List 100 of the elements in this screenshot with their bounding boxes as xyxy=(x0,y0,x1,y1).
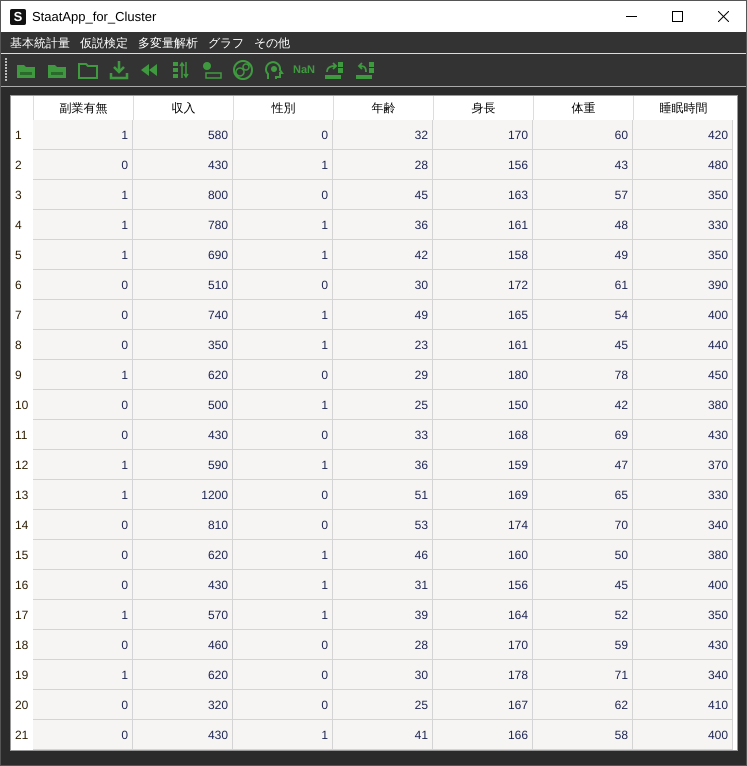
table-cell: 390 xyxy=(633,270,733,300)
table-cell: 0 xyxy=(33,630,133,660)
table-cell: 0 xyxy=(233,660,333,690)
table-cell: 58 xyxy=(533,720,633,750)
table-cell: 1 xyxy=(233,300,333,330)
table-cell: 163 xyxy=(433,180,533,210)
row-header[interactable]: 13 xyxy=(11,480,33,510)
table-cell: 340 xyxy=(633,660,733,690)
table-cell: 1 xyxy=(33,360,133,390)
row-header[interactable]: 11 xyxy=(11,420,33,450)
row-header[interactable]: 5 xyxy=(11,240,33,270)
table-cell: 620 xyxy=(133,540,233,570)
table-cell: 54 xyxy=(533,300,633,330)
table-cell: 1 xyxy=(233,570,333,600)
row-header[interactable]: 18 xyxy=(11,630,33,660)
table-cell: 60 xyxy=(533,120,633,150)
toolbar-button[interactable] xyxy=(230,57,256,83)
table-cell: 0 xyxy=(233,120,333,150)
table-cell: 440 xyxy=(633,330,733,360)
table-cell: 52 xyxy=(533,600,633,630)
head-icon xyxy=(263,59,285,81)
row-header[interactable]: 14 xyxy=(11,510,33,540)
table-cell: 460 xyxy=(133,630,233,660)
table-cell: 330 xyxy=(633,210,733,240)
table-cell: 430 xyxy=(633,630,733,660)
table-cell: 330 xyxy=(633,480,733,510)
table-cell: 165 xyxy=(433,300,533,330)
table-cell: 480 xyxy=(633,150,733,180)
table-cell: 160 xyxy=(433,540,533,570)
table-cell: 0 xyxy=(33,330,133,360)
window-title: StaatApp_for_Cluster xyxy=(32,8,156,26)
table-cell: 46 xyxy=(333,540,433,570)
delete-column-icon xyxy=(201,59,223,81)
table-cell: 430 xyxy=(133,720,233,750)
table-cell: 320 xyxy=(133,690,233,720)
table-cell: 410 xyxy=(633,690,733,720)
menu-item[interactable]: 仮説検定 xyxy=(75,34,133,52)
table-cell: 150 xyxy=(433,390,533,420)
row-header[interactable]: 4 xyxy=(11,210,33,240)
row-header[interactable]: 12 xyxy=(11,450,33,480)
row-header[interactable]: 17 xyxy=(11,600,33,630)
table-cell: 1 xyxy=(33,600,133,630)
menu-item[interactable]: 多変量解析 xyxy=(133,34,203,52)
row-header[interactable]: 2 xyxy=(11,150,33,180)
row-header[interactable]: 20 xyxy=(11,690,33,720)
row-header[interactable]: 10 xyxy=(11,390,33,420)
table-cell: 39 xyxy=(333,600,433,630)
table-cell: 169 xyxy=(433,480,533,510)
table-cell: 45 xyxy=(533,570,633,600)
row-header[interactable]: 1 xyxy=(11,120,33,150)
table-cell: 740 xyxy=(133,300,233,330)
table-cell: 370 xyxy=(633,450,733,480)
table-cell: 350 xyxy=(633,600,733,630)
table-cell: 45 xyxy=(533,330,633,360)
table-cell: 36 xyxy=(333,210,433,240)
row-header[interactable]: 6 xyxy=(11,270,33,300)
table-cell: 53 xyxy=(333,510,433,540)
table-cell: 350 xyxy=(633,240,733,270)
minimize-icon xyxy=(626,16,636,18)
table-cell: 1 xyxy=(33,180,133,210)
table-cell: 350 xyxy=(633,180,733,210)
table-cell: 70 xyxy=(533,510,633,540)
table-cell: 28 xyxy=(333,630,433,660)
table-cell: 0 xyxy=(33,390,133,420)
table-cell: 510 xyxy=(133,270,233,300)
table-cell: 167 xyxy=(433,690,533,720)
table-cell: 810 xyxy=(133,510,233,540)
table-cell: 1 xyxy=(233,450,333,480)
table-cell: 0 xyxy=(33,510,133,540)
table-cell: 580 xyxy=(133,120,233,150)
move-column-icon xyxy=(323,59,346,81)
menu-item[interactable]: 基本統計量 xyxy=(5,34,75,52)
app-icon: S xyxy=(10,8,26,24)
table-cell: 430 xyxy=(133,150,233,180)
toolbar-grip-icon xyxy=(5,58,8,82)
table-cell: 1 xyxy=(233,720,333,750)
row-header[interactable]: 21 xyxy=(11,720,33,750)
table-cell: 161 xyxy=(433,210,533,240)
table-cell: 340 xyxy=(633,510,733,540)
row-header[interactable]: 7 xyxy=(11,300,33,330)
menu-item[interactable]: その他 xyxy=(249,34,295,52)
table-cell: 49 xyxy=(533,240,633,270)
row-header[interactable]: 9 xyxy=(11,360,33,390)
table-cell: 0 xyxy=(33,300,133,330)
row-header[interactable]: 3 xyxy=(11,180,33,210)
table-cell: 30 xyxy=(333,660,433,690)
row-header[interactable]: 15 xyxy=(11,540,33,570)
menu-item[interactable]: グラフ xyxy=(203,34,249,52)
table-cell: 0 xyxy=(33,690,133,720)
row-header[interactable]: 16 xyxy=(11,570,33,600)
row-header[interactable]: 19 xyxy=(11,660,33,690)
close-icon xyxy=(718,11,728,22)
cluster-icon xyxy=(232,59,254,81)
table-cell: 29 xyxy=(333,360,433,390)
table-cell: 161 xyxy=(433,330,533,360)
table-cell: 430 xyxy=(633,420,733,450)
table-cell: 0 xyxy=(33,720,133,750)
nan-button[interactable]: NaN xyxy=(292,57,316,83)
table-cell: 164 xyxy=(433,600,533,630)
row-header[interactable]: 8 xyxy=(11,330,33,360)
